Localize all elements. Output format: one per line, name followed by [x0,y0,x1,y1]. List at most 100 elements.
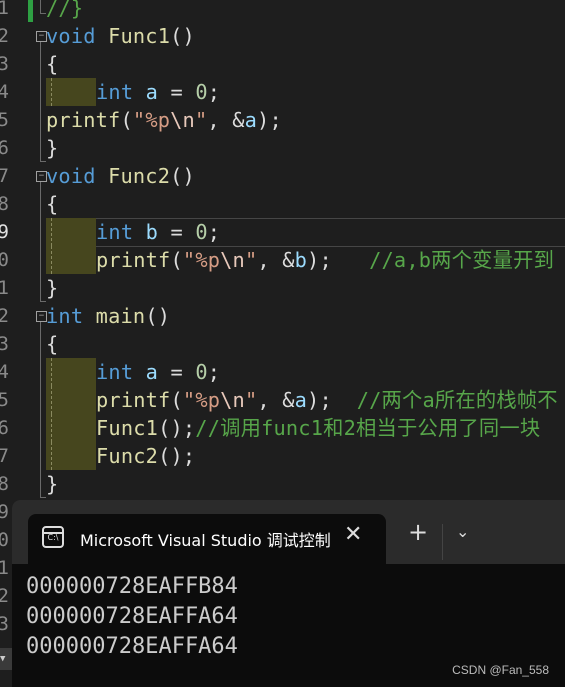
code-line: Func2(); [46,442,195,470]
keyword: int [96,360,134,384]
close-icon[interactable]: ✕ [344,522,362,547]
punct: (); [158,444,196,468]
brace: { [46,192,59,216]
keyword: void [46,164,96,188]
indent-guide [46,78,96,106]
string: " [244,388,258,412]
code-line: printf("%p\n", &b); //a,b两个变量开到 [46,246,554,274]
punct: ( [170,388,183,412]
operator: = [158,80,196,104]
escape: \n [220,388,245,412]
indent-guide [46,386,96,414]
brace: { [46,52,59,76]
terminal-tab-bar: C:\ Microsoft Visual Studio 调试控制台 ✕ + ⌄ [12,500,565,564]
code-line: printf("%p\n", &a); //两个a所在的栈帧不 [46,386,558,414]
line-number: 5 [0,109,9,131]
operator: = [158,360,196,384]
punct: , & [257,248,295,272]
fold-guide [40,0,41,13]
code-line: { [46,330,58,358]
function-name: main [95,304,146,328]
punct: ( [170,248,183,272]
terminal-tab[interactable]: C:\ Microsoft Visual Studio 调试控制台 ✕ [28,514,386,564]
line-number: 20 [0,529,9,551]
brace: } [46,276,59,300]
number: 0 [195,360,208,384]
line-number: 1 [0,0,9,19]
string: " [182,388,196,412]
line-number: 15 [0,389,9,411]
function-name: printf [46,108,121,132]
console-icon: C:\ [42,526,64,548]
punct: ); [307,248,332,272]
line-number: 19 [0,501,9,523]
punct: , & [257,388,295,412]
fold-guide [40,182,41,302]
string: " [182,248,196,272]
line-number: 3 [0,53,9,75]
keyword: void [46,24,96,48]
line-number: 8 [0,193,9,215]
code-line: void Func1() [46,22,195,50]
format-spec: %p [195,248,221,272]
punct: ( [120,108,133,132]
tab-title: Microsoft Visual Studio 调试控制台 [80,531,330,550]
code-line: Func1();//调用func1和2相当于公用了同一块 [46,414,540,442]
code-line: int a = 0; [46,358,220,386]
keyword: int [46,304,84,328]
plus-icon[interactable]: + [408,518,428,546]
function-name: Func2 [108,164,171,188]
format-spec: %p [195,388,221,412]
chevron-down-icon[interactable]: ⌄ [456,522,469,541]
format-spec: %p [145,108,171,132]
indent-guide [46,246,96,274]
watermark: CSDN @Fan_558 [452,663,549,677]
fold-guide [40,42,41,162]
output-line: 000000728EAFFA64 [26,604,238,629]
line-number: 18 [0,473,9,495]
output-line: 000000728EAFFB84 [26,574,238,599]
escape: \n [170,108,195,132]
scroll-button[interactable]: ▼ [0,648,12,670]
code-line: } [46,134,58,162]
code-line: void Func2() [46,162,195,190]
punct: ); [307,388,332,412]
line-number: 16 [0,417,9,439]
code-line: { [46,50,58,78]
function-name: Func1 [108,24,171,48]
fold-guide [40,322,41,498]
code-line: { [46,190,58,218]
terminal-window[interactable]: C:\ Microsoft Visual Studio 调试控制台 ✕ + ⌄ … [12,500,565,687]
indent-guide [46,358,96,386]
string: " [132,108,146,132]
indent-guide [46,414,96,442]
brace: } [46,472,59,496]
divider [442,524,443,560]
escape: \n [220,248,245,272]
function-name: Func1 [96,416,159,440]
line-number: 22 [0,585,9,607]
punct: ; [207,80,221,104]
line-number: 7 [0,165,9,187]
punct: ; [207,360,221,384]
code-comment: //a,b两个变量开到 [331,248,555,272]
code-line: int a = 0; [46,78,220,106]
keyword: int [96,80,134,104]
variable: a [145,360,159,384]
punct: () [170,24,195,48]
punct: ; [207,220,221,244]
number: 0 [195,80,208,104]
output-line: 000000728EAFFA64 [26,634,238,659]
line-number: 21 [0,557,9,579]
brace: { [46,332,59,356]
line-number: 6 [0,137,9,159]
punct: (); [158,416,196,440]
punct: , & [207,108,245,132]
brace: } [46,136,59,160]
string: " [194,108,208,132]
line-number: 17 [0,445,9,467]
function-name: Func2 [96,444,159,468]
code-line: } [46,274,58,302]
line-number: 4 [0,81,9,103]
code-line: int b = 0; [46,218,220,246]
